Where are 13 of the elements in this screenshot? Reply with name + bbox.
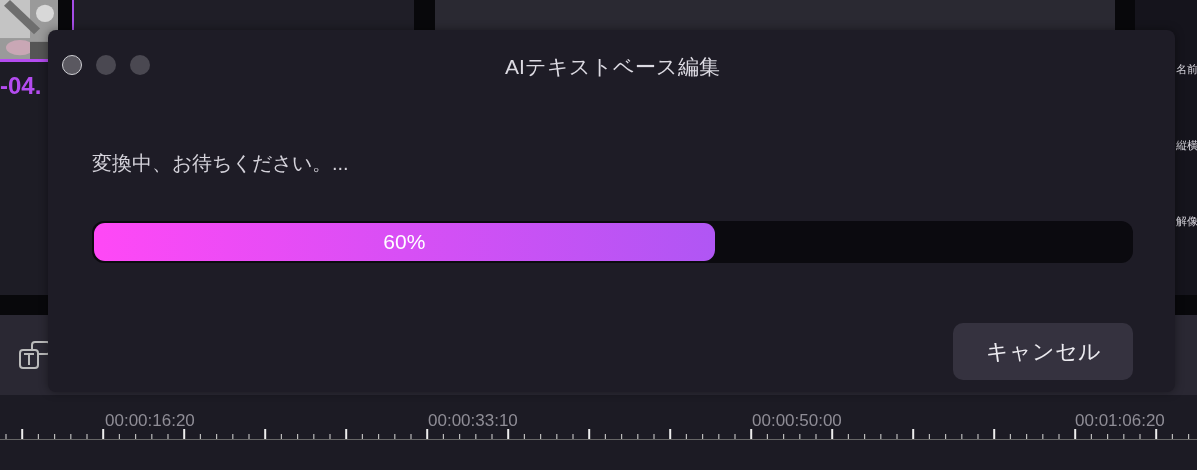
close-button[interactable] — [62, 55, 82, 75]
timecode-label: 00:00:16:20 — [105, 411, 195, 431]
dialog-title: AIテキストベース編集 — [505, 54, 720, 80]
progress-reading: 60% — [383, 230, 426, 254]
property-label: 縦横 — [1176, 138, 1197, 152]
status-message: 変換中、お待ちください。... — [92, 151, 350, 176]
clip-label: -04. — [0, 72, 43, 100]
property-label: 名前 — [1176, 62, 1197, 76]
timecode-label: 00:00:50:00 — [752, 411, 842, 431]
cancel-button[interactable]: キャンセル — [953, 323, 1133, 380]
timecode-label: 00:00:33:10 — [428, 411, 518, 431]
timecode-label: 00:01:06:20 — [1075, 411, 1165, 431]
property-label: 解像 — [1176, 214, 1197, 228]
